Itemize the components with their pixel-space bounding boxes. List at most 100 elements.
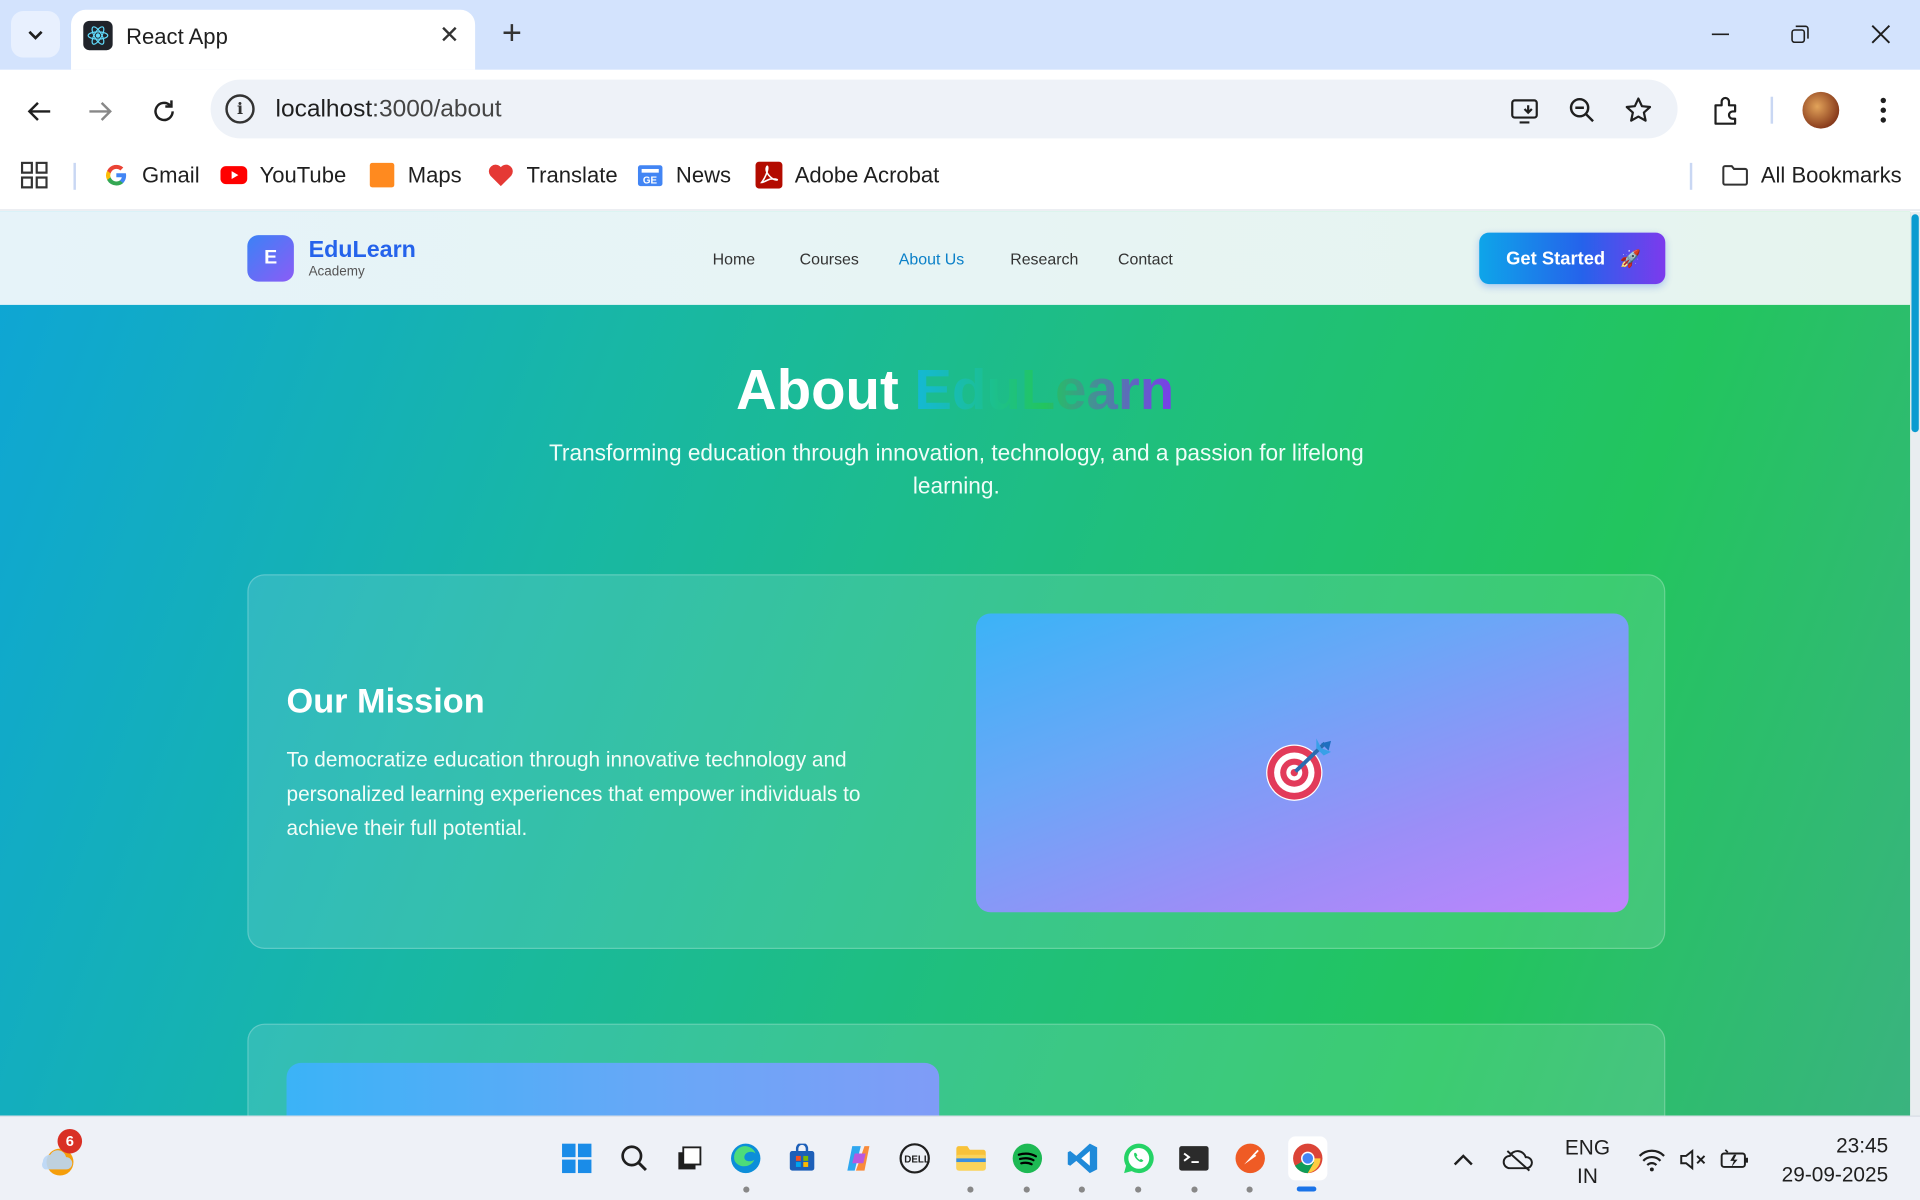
running-indicator — [1191, 1186, 1198, 1193]
card-visual — [286, 1062, 940, 1116]
react-icon — [83, 20, 113, 51]
page-title: About EduLearn — [736, 357, 1175, 422]
logo-icon[interactable]: E — [247, 235, 294, 282]
whatsapp-icon[interactable] — [1120, 1140, 1157, 1177]
new-tab-button[interactable]: + — [497, 15, 526, 49]
taskbar: 6 DELL ENG IN 23:45 29-09-2025 — [0, 1115, 1920, 1200]
install-app-icon[interactable] — [1509, 94, 1541, 126]
store-icon[interactable] — [784, 1140, 821, 1177]
bookmark-youtube[interactable]: YouTube — [220, 160, 346, 189]
toolbar-divider — [1770, 96, 1774, 124]
chrome-icon[interactable] — [1288, 1136, 1328, 1181]
running-indicator — [1135, 1186, 1142, 1193]
nav-research[interactable]: Research — [1010, 250, 1078, 268]
search-icon[interactable] — [616, 1140, 653, 1177]
onedrive-icon[interactable] — [1502, 1144, 1534, 1176]
system-clock[interactable]: 23:45 29-09-2025 — [1776, 1131, 1889, 1190]
bookmark-gmail[interactable]: Gmail — [103, 160, 200, 189]
vscode-icon[interactable] — [1064, 1140, 1101, 1177]
zoom-out-icon[interactable] — [1566, 94, 1598, 126]
tab-strip: React App ✕ + — [0, 0, 1920, 70]
file-explorer-icon[interactable] — [953, 1140, 990, 1177]
profile-avatar[interactable] — [1802, 91, 1840, 129]
bookmarks-bar: Gmail YouTube Maps Translate GE News Ado… — [0, 150, 1920, 211]
bookmarks-divider — [1689, 162, 1693, 190]
minimize-icon[interactable] — [1703, 17, 1737, 51]
dell-icon[interactable]: DELL — [896, 1140, 933, 1177]
get-started-label: Get Started — [1506, 247, 1606, 269]
bookmark-translate[interactable]: Translate — [487, 160, 618, 189]
svg-text:DELL: DELL — [904, 1155, 930, 1166]
url-text[interactable]: localhost:3000/about — [276, 96, 502, 124]
running-indicator — [1246, 1186, 1253, 1193]
address-bar[interactable]: i localhost:3000/about — [210, 79, 1678, 139]
window-close-icon[interactable] — [1864, 17, 1898, 51]
mission-card: Our Mission To democratize education thr… — [247, 574, 1666, 949]
edge-icon[interactable] — [727, 1140, 764, 1177]
svg-text:GE: GE — [643, 176, 658, 187]
running-indicator — [1023, 1186, 1030, 1193]
battery-icon[interactable] — [1719, 1144, 1751, 1176]
content-card — [247, 1023, 1666, 1116]
nav-contact[interactable]: Contact — [1118, 250, 1173, 268]
mission-title: Our Mission — [286, 682, 485, 721]
bookmark-maps[interactable]: Maps — [369, 160, 462, 189]
restore-icon[interactable] — [1783, 17, 1817, 51]
task-view-icon[interactable] — [671, 1140, 708, 1177]
tab-search-button[interactable] — [11, 11, 61, 58]
page-scrollbar[interactable] — [1910, 211, 1920, 1116]
star-icon[interactable] — [1622, 94, 1654, 126]
nav-courses[interactable]: Courses — [800, 250, 859, 268]
translate-icon — [487, 162, 514, 189]
scrollbar-thumb[interactable] — [1911, 214, 1919, 433]
google-icon — [103, 162, 130, 189]
site-header: E EduLearn Academy Home Courses About Us… — [0, 211, 1911, 305]
browser-tab[interactable]: React App ✕ — [71, 9, 476, 70]
running-indicator — [743, 1186, 750, 1193]
more-menu-icon[interactable] — [1866, 93, 1900, 127]
logo-name[interactable]: EduLearn — [309, 238, 416, 265]
tab-title: React App — [126, 24, 228, 49]
clock-time: 23:45 — [1836, 1133, 1889, 1158]
get-started-button[interactable]: Get Started 🚀 — [1479, 232, 1666, 285]
wifi-icon[interactable] — [1636, 1144, 1668, 1176]
spotify-icon[interactable] — [1009, 1140, 1046, 1177]
news-icon: GE — [637, 162, 664, 189]
windows-start-icon[interactable] — [558, 1140, 595, 1177]
mission-visual — [975, 613, 1629, 913]
weather-badge: 6 — [57, 1128, 83, 1154]
folder-icon — [1722, 162, 1749, 189]
browser-toolbar: i localhost:3000/about — [0, 69, 1920, 151]
extensions-icon[interactable] — [1709, 93, 1743, 127]
target-icon — [1266, 738, 1332, 801]
nav-about-us[interactable]: About Us — [899, 250, 964, 268]
bookmark-news[interactable]: GE News — [637, 160, 731, 189]
nav-home[interactable]: Home — [713, 250, 755, 268]
volume-muted-icon[interactable] — [1678, 1144, 1710, 1176]
rocket-icon: 🚀 — [1619, 247, 1642, 268]
back-icon[interactable] — [22, 94, 56, 128]
reload-icon[interactable] — [147, 94, 181, 128]
tray-overflow-icon[interactable] — [1447, 1144, 1479, 1176]
clock-date: 29-09-2025 — [1781, 1163, 1889, 1187]
apps-grid-icon[interactable] — [20, 160, 48, 189]
close-icon[interactable]: ✕ — [436, 21, 463, 48]
terminal-icon[interactable] — [1176, 1140, 1213, 1177]
active-app-indicator — [1296, 1186, 1317, 1192]
bookmark-adobe-acrobat[interactable]: Adobe Acrobat — [755, 160, 939, 189]
copilot-icon[interactable] — [840, 1140, 877, 1177]
page-subtitle: Transforming education through innovatio… — [548, 439, 1364, 499]
language-indicator[interactable]: ENG IN — [1565, 1134, 1610, 1190]
forward-icon[interactable] — [83, 94, 117, 128]
site-info-icon[interactable]: i — [225, 94, 255, 124]
running-indicator — [967, 1186, 974, 1193]
all-bookmarks[interactable]: All Bookmarks — [1722, 160, 1902, 189]
chevron-down-icon — [28, 30, 43, 40]
page-viewport: E EduLearn Academy Home Courses About Us… — [0, 211, 1911, 1116]
acrobat-icon — [755, 161, 783, 189]
postman-icon[interactable] — [1232, 1140, 1269, 1177]
maps-icon — [369, 162, 396, 189]
youtube-icon — [220, 162, 248, 189]
bookmarks-divider — [73, 162, 76, 190]
mission-text: To democratize education through innovat… — [286, 748, 861, 841]
